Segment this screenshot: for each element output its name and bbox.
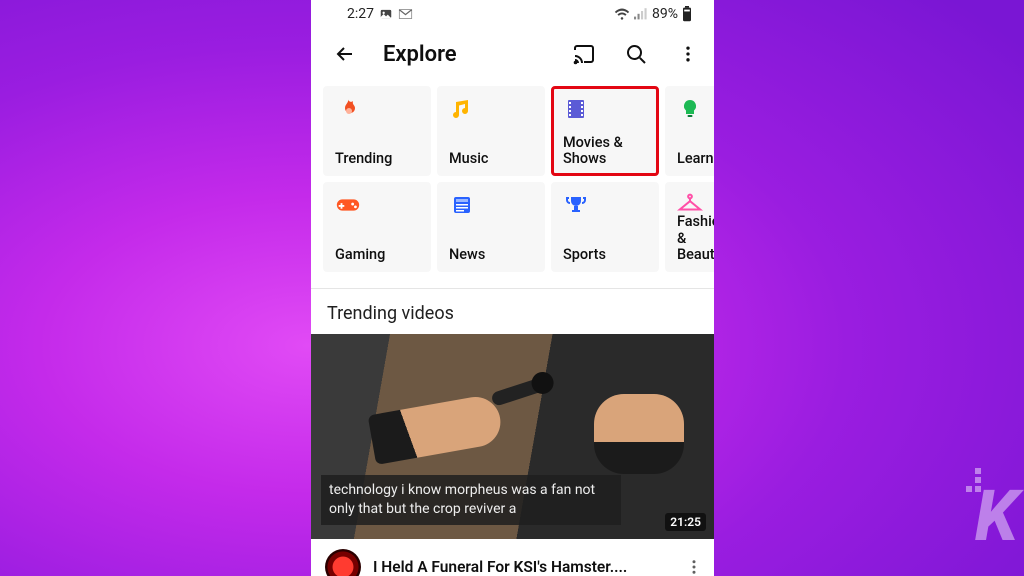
- hanger-icon: [677, 192, 703, 214]
- category-news[interactable]: News: [437, 182, 545, 272]
- status-time: 2:27: [347, 6, 374, 22]
- category-label: Gaming: [335, 247, 421, 264]
- newspaper-icon: [449, 192, 475, 218]
- overflow-menu-button[interactable]: [668, 34, 708, 74]
- category-label: Fashion & Beauty: [677, 214, 714, 264]
- category-label: Music: [449, 151, 535, 168]
- video-duration-badge: 21:25: [665, 513, 706, 531]
- category-movies-shows[interactable]: Movies & Shows: [551, 86, 659, 176]
- signal-icon: [634, 8, 648, 21]
- category-grid: Trending Music Movies & Shows Learning: [311, 80, 714, 282]
- status-bar: 2:27 89%: [311, 0, 714, 28]
- category-label: Trending: [335, 151, 421, 168]
- section-title-trending-videos: Trending videos: [311, 289, 714, 334]
- battery-text: 89%: [652, 6, 678, 22]
- category-trending[interactable]: Trending: [323, 86, 431, 176]
- trophy-icon: [563, 192, 589, 218]
- category-music[interactable]: Music: [437, 86, 545, 176]
- category-sports[interactable]: Sports: [551, 182, 659, 272]
- bulb-icon: [677, 96, 703, 122]
- flame-icon: [335, 96, 361, 122]
- cast-button[interactable]: [564, 34, 604, 74]
- category-label: Sports: [563, 247, 649, 264]
- battery-icon: [682, 6, 692, 22]
- film-icon: [563, 96, 589, 122]
- wifi-icon: [614, 8, 630, 21]
- category-learning[interactable]: Learning: [665, 86, 714, 176]
- video-list-item[interactable]: I Held A Funeral For KSI's Hamster....: [311, 539, 714, 576]
- category-gaming[interactable]: Gaming: [323, 182, 431, 272]
- back-button[interactable]: [325, 34, 365, 74]
- watermark: K: [975, 476, 1014, 558]
- music-note-icon: [449, 96, 475, 122]
- page-title: Explore: [383, 42, 457, 67]
- video-title: I Held A Funeral For KSI's Hamster....: [373, 558, 670, 576]
- app-bar: Explore: [311, 28, 714, 80]
- search-button[interactable]: [616, 34, 656, 74]
- item-overflow-button[interactable]: [682, 555, 706, 576]
- video-thumbnail[interactable]: technology i know morpheus was a fan not…: [311, 334, 714, 539]
- picture-icon: [379, 7, 393, 21]
- gamepad-icon: [335, 192, 361, 218]
- category-label: News: [449, 247, 535, 264]
- category-label: Learning: [677, 151, 714, 168]
- category-label: Movies & Shows: [563, 135, 649, 168]
- category-fashion-beauty[interactable]: Fashion & Beauty: [665, 182, 714, 272]
- video-caption: technology i know morpheus was a fan not…: [321, 475, 621, 525]
- channel-avatar[interactable]: [325, 549, 361, 576]
- gmail-icon: [398, 8, 413, 20]
- phone-frame: 2:27 89% Explore: [311, 0, 714, 576]
